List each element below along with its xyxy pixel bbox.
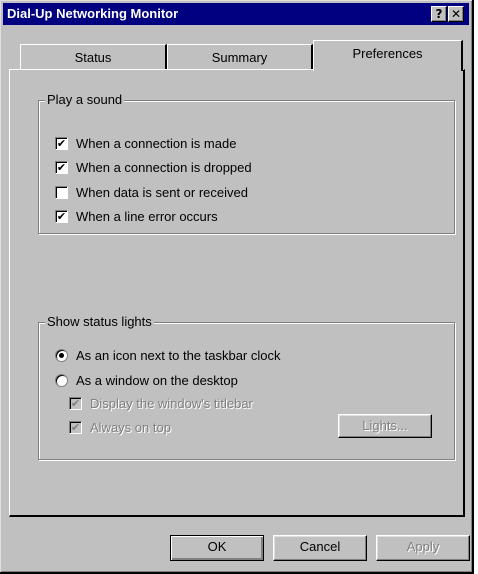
close-icon: ✕	[450, 7, 462, 21]
checkbox-connection-made[interactable]: ✔	[55, 137, 68, 150]
dialog-window: Dial-Up Networking Monitor ? ✕ Status Su…	[0, 0, 474, 574]
checkbox-display-titlebar: ✔	[69, 397, 82, 410]
lights-button: Lights...	[338, 414, 432, 438]
label-display-titlebar: Display the window's titlebar	[90, 396, 253, 411]
tab-status-label: Status	[74, 50, 112, 65]
label-desktop-window: As a window on the desktop	[76, 373, 238, 388]
radio-selected-dot	[59, 353, 64, 358]
label-line-error: When a line error occurs	[76, 209, 218, 224]
tab-status[interactable]: Status	[20, 44, 167, 70]
tab-preferences-label: Preferences	[352, 46, 423, 61]
title-bar[interactable]: Dial-Up Networking Monitor ? ✕	[3, 3, 469, 25]
ok-button[interactable]: OK	[170, 535, 264, 561]
radio-desktop-window[interactable]	[55, 374, 68, 387]
status-lights-group: Show status lights As an icon next to th…	[38, 314, 455, 460]
close-button[interactable]: ✕	[448, 6, 464, 22]
checkbox-data-sent[interactable]	[55, 186, 68, 199]
tab-preferences[interactable]: Preferences	[313, 40, 463, 71]
checkbox-connection-dropped[interactable]: ✔	[55, 161, 68, 174]
radio-taskbar-icon[interactable]	[55, 349, 68, 362]
help-button[interactable]: ?	[431, 6, 447, 22]
checkbox-line-error[interactable]: ✔	[55, 210, 68, 223]
checkbox-always-on-top: ✔	[69, 421, 82, 434]
play-sound-group: Play a sound ✔ When a connection is made…	[38, 92, 455, 234]
status-lights-legend: Show status lights	[45, 314, 154, 329]
label-connection-dropped: When a connection is dropped	[76, 160, 252, 175]
window-title: Dial-Up Networking Monitor	[7, 6, 179, 21]
cancel-button[interactable]: Cancel	[273, 535, 367, 561]
play-sound-legend: Play a sound	[45, 92, 125, 107]
label-taskbar-icon: As an icon next to the taskbar clock	[76, 348, 281, 363]
tab-summary[interactable]: Summary	[167, 44, 313, 70]
label-data-sent: When data is sent or received	[76, 185, 248, 200]
label-always-on-top: Always on top	[90, 420, 171, 435]
label-connection-made: When a connection is made	[76, 136, 237, 151]
tab-summary-label: Summary	[211, 50, 268, 65]
help-icon: ?	[435, 7, 443, 21]
apply-button: Apply	[376, 535, 470, 561]
preferences-panel: Play a sound ✔ When a connection is made…	[9, 69, 465, 517]
